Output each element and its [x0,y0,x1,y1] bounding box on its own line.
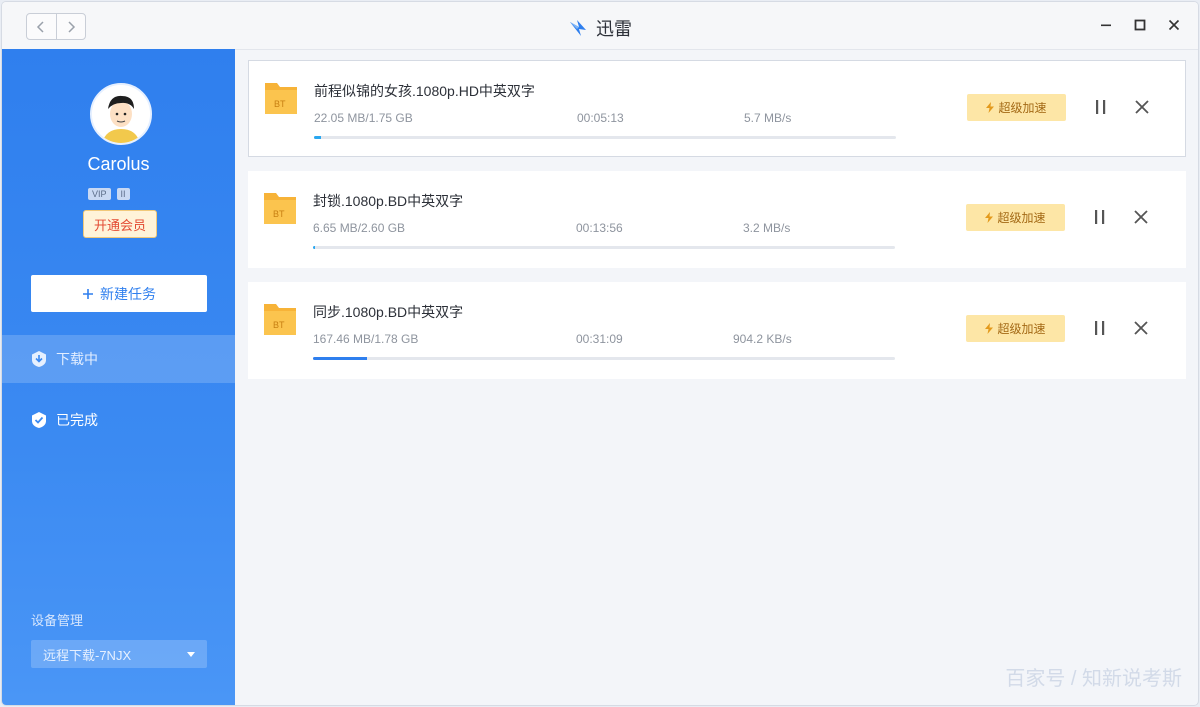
task-progress-bar [314,136,896,139]
minimize-button[interactable] [1096,14,1116,36]
plus-icon [83,288,93,299]
task-name: 前程似锦的女孩.1080p.HD中英双字 [314,83,535,99]
nav-item-downloading-label: 下载中 [56,351,98,367]
new-task-button[interactable]: 新建任务 [31,275,207,312]
task-progress-fill [313,357,367,360]
vip-badge: VIP [88,188,111,200]
title-bar: 迅雷 [2,2,1198,50]
super-boost-label: 超级加速 [998,101,1047,115]
task-remaining-time: 00:05:13 [577,111,624,125]
task-item[interactable]: BT 封锁.1080p.BD中英双字 6.65 MB/2.60 GB 00:13… [248,171,1186,268]
svg-text:BT: BT [274,99,286,109]
user-avatar-icon [92,85,150,143]
pause-icon[interactable] [1092,97,1110,117]
task-progress-bar [313,246,895,249]
task-item[interactable]: BT 前程似锦的女孩.1080p.HD中英双字 22.05 MB/1.75 GB… [248,60,1186,157]
device-select-value: 远程下载-7NJX [43,647,132,663]
task-item[interactable]: BT 同步.1080p.BD中英双字 167.46 MB/1.78 GB 00:… [248,282,1186,379]
svg-text:BT: BT [273,320,285,330]
svg-text:BT: BT [273,209,285,219]
device-manager-label: 设备管理 [31,613,84,628]
task-speed: 5.7 MB/s [744,111,792,125]
task-remaining-time: 00:31:09 [576,332,623,346]
task-name: 封锁.1080p.BD中英双字 [313,193,464,209]
bt-folder-icon: BT [264,193,296,224]
window-controls [1096,14,1184,36]
task-speed: 3.2 MB/s [743,221,791,235]
sidebar: Carolus VIP II 开通会员 新建任务 下载中 已完成 设备管理 远程… [2,49,235,705]
check-shield-icon [32,412,46,428]
close-window-button[interactable] [1164,14,1184,36]
super-boost-label: 超级加速 [997,322,1046,336]
device-select[interactable]: 远程下载-7NJX [31,640,207,668]
task-name: 同步.1080p.BD中英双字 [313,304,464,320]
nav-item-completed[interactable]: 已完成 [2,396,235,444]
close-icon[interactable] [1132,208,1150,226]
super-boost-button[interactable]: 超级加速 [966,315,1065,342]
maximize-icon [1134,19,1146,31]
task-progress-bar [313,357,895,360]
nav-item-completed-label: 已完成 [56,412,98,428]
task-size: 167.46 MB/1.78 GB [313,332,419,346]
pause-icon[interactable] [1091,207,1109,227]
lightning-icon [985,212,994,223]
open-membership-button[interactable]: 开通会员 [83,210,157,238]
new-task-label: 新建任务 [100,285,156,302]
watermark: 百家号 / 知新说考斯 [1005,668,1182,690]
task-size: 6.65 MB/2.60 GB [313,221,406,235]
nav-item-downloading[interactable]: 下载中 [2,335,235,383]
lightning-icon [985,323,994,334]
task-size: 22.05 MB/1.75 GB [314,111,413,125]
close-icon[interactable] [1133,98,1151,116]
app-title-text: 迅雷 [596,19,632,39]
task-progress-fill [314,136,321,139]
app-window: 迅雷 Carolus VIP II 开通会员 新建任务 下载中 已完成 设备管理… [2,2,1198,705]
close-icon[interactable] [1132,319,1150,337]
super-boost-label: 超级加速 [997,211,1046,225]
minimize-icon [1101,24,1111,27]
close-icon [1168,19,1180,31]
username: Carolus [87,154,150,174]
task-remaining-time: 00:13:56 [576,221,623,235]
maximize-button[interactable] [1130,14,1150,36]
pause-icon[interactable] [1091,318,1109,338]
level-badge: II [116,188,130,200]
bt-folder-icon: BT [265,83,297,114]
app-title: 迅雷 [2,15,1198,41]
lightning-icon [986,102,995,113]
download-icon [32,351,46,367]
caret-down-icon [187,652,195,657]
task-progress-fill [313,246,315,249]
super-boost-button[interactable]: 超级加速 [966,204,1065,231]
avatar[interactable] [90,83,152,145]
vip-badges: VIP II [88,188,130,200]
super-boost-button[interactable]: 超级加速 [967,94,1066,121]
thunder-bird-logo-icon [570,20,586,36]
task-speed: 904.2 KB/s [733,332,792,346]
bt-folder-icon: BT [264,304,296,335]
